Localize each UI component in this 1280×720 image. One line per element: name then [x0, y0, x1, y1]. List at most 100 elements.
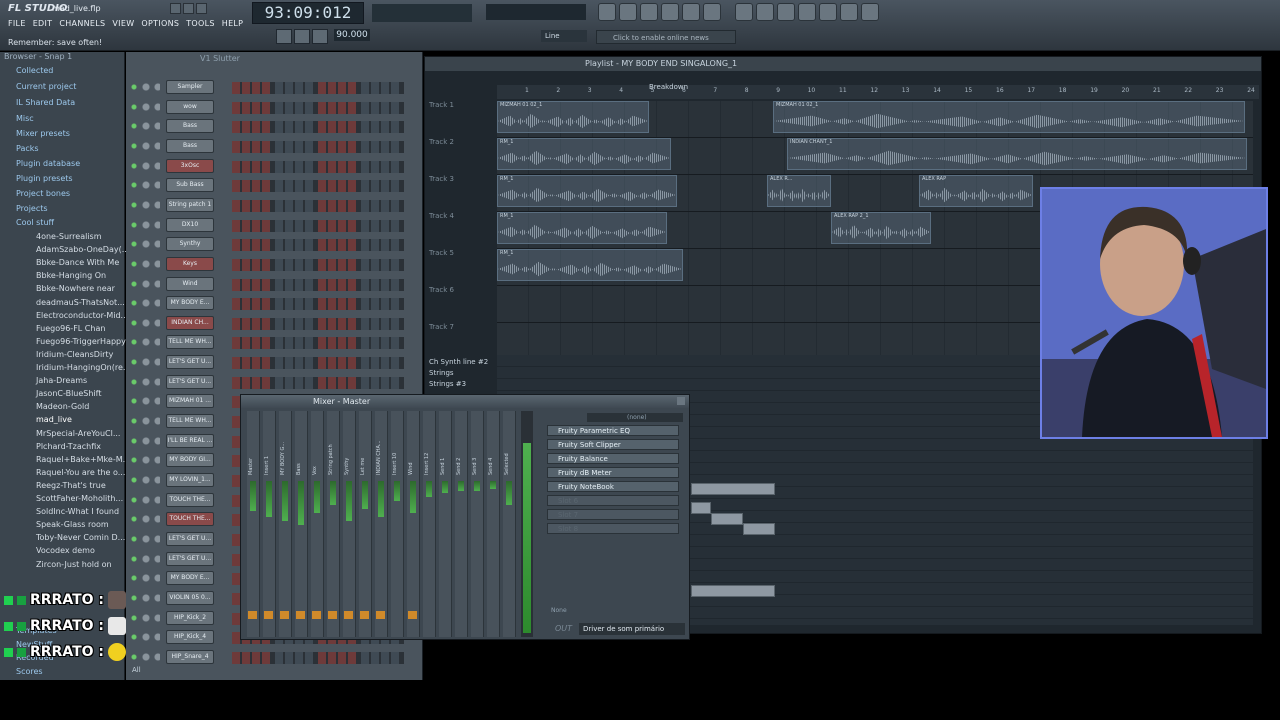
fx-slot-empty[interactable]: Slot 8: [547, 523, 679, 534]
fx-slot[interactable]: Fruity NoteBook: [547, 481, 679, 492]
browser-folder[interactable]: Projects: [0, 204, 140, 213]
audio-clip[interactable]: RM_1: [497, 138, 671, 170]
channel-button[interactable]: Bass: [166, 138, 214, 153]
mixer-strip[interactable]: Send 3: [471, 411, 484, 637]
channel-mute-icon[interactable]: [130, 397, 160, 406]
channel-button[interactable]: HIP_Snare_4: [166, 649, 214, 664]
audio-clip[interactable]: MIZMAH 01 02_1: [773, 101, 1245, 133]
audio-clip[interactable]: RM_1: [497, 212, 667, 244]
stop-button[interactable]: [294, 29, 310, 44]
channel-button[interactable]: Sub Bass: [166, 178, 214, 193]
audio-clip[interactable]: ALEX RAP: [919, 175, 1033, 207]
step-sequencer[interactable]: [232, 239, 404, 252]
channel-mute-icon[interactable]: [130, 259, 160, 268]
browser-folder[interactable]: Scores: [0, 667, 140, 676]
snap-select[interactable]: Line: [541, 30, 587, 42]
mixer-strip[interactable]: Vox: [311, 411, 324, 637]
channel-button[interactable]: I'LL BE REAL ...: [166, 433, 214, 448]
channel-mute-icon[interactable]: [130, 633, 160, 642]
channel-rack-icon[interactable]: [640, 3, 658, 21]
channel-button[interactable]: wow: [166, 99, 214, 114]
track-label[interactable]: Track 1: [429, 101, 495, 137]
mixer-strip[interactable]: Insert 1: [263, 411, 276, 637]
channel-button[interactable]: TOUCH THE...: [166, 492, 214, 507]
fx-slot[interactable]: Fruity Balance: [547, 453, 679, 464]
menu-options[interactable]: OPTIONS: [141, 19, 179, 28]
channel-button[interactable]: Keys: [166, 256, 214, 271]
pattern-channel[interactable]: Strings: [429, 368, 488, 379]
channel-mute-icon[interactable]: [130, 338, 160, 347]
browser-folder[interactable]: Misc: [0, 114, 140, 123]
step-sequencer[interactable]: [232, 258, 404, 271]
help-icon[interactable]: [861, 3, 879, 21]
channel-mute-icon[interactable]: [130, 377, 160, 386]
target-icon[interactable]: [819, 3, 837, 21]
step-sequencer[interactable]: [232, 101, 404, 114]
channel-mute-icon[interactable]: [130, 240, 160, 249]
track-label[interactable]: Track 3: [429, 175, 495, 211]
channel-button[interactable]: MY BODY E...: [166, 571, 214, 586]
menu-view[interactable]: VIEW: [112, 19, 134, 28]
channel-mute-icon[interactable]: [130, 515, 160, 524]
close-icon[interactable]: [196, 3, 207, 14]
mixer-strip[interactable]: MY BODY G...: [279, 411, 292, 637]
step-sequencer[interactable]: [232, 376, 404, 389]
note-block[interactable]: [711, 513, 743, 525]
plugin-icon[interactable]: [703, 3, 721, 21]
track-label[interactable]: Track 6: [429, 286, 495, 322]
menu-file[interactable]: FILE: [8, 19, 26, 28]
mixer-strip[interactable]: Wind: [407, 411, 420, 637]
fx-button[interactable]: [296, 611, 305, 619]
channel-mute-icon[interactable]: [130, 534, 160, 543]
audio-clip[interactable]: MIZMAH 01 02_1: [497, 101, 649, 133]
fx-button[interactable]: [280, 611, 289, 619]
channel-mute-icon[interactable]: [130, 102, 160, 111]
channel-mute-icon[interactable]: [130, 436, 160, 445]
mixer-strip[interactable]: Synthy: [343, 411, 356, 637]
audio-clip[interactable]: RM_1: [497, 175, 677, 207]
minimize-icon[interactable]: [170, 3, 181, 14]
step-sequencer[interactable]: [232, 298, 404, 311]
step-sequencer[interactable]: [232, 121, 404, 134]
browser-folder[interactable]: IL Shared Data: [0, 98, 140, 107]
mixer-strip[interactable]: String patch: [327, 411, 340, 637]
fx-slot[interactable]: Fruity Parametric EQ: [547, 425, 679, 436]
fx-slot-empty[interactable]: Slot 6: [547, 495, 679, 506]
play-button[interactable]: [276, 29, 292, 44]
channel-mute-icon[interactable]: [130, 83, 160, 91]
channel-button[interactable]: TELL ME WH...: [166, 414, 214, 429]
channel-mute-icon[interactable]: [130, 554, 160, 563]
channel-button[interactable]: Synthy: [166, 237, 214, 252]
step-sequencer[interactable]: [232, 357, 404, 370]
output-driver-select[interactable]: Driver de som primário: [579, 623, 685, 635]
track-lane[interactable]: RM_1 INDIAN CHANT_1: [497, 138, 1253, 175]
track-label[interactable]: Track 4: [429, 212, 495, 248]
playlist-icon[interactable]: [598, 3, 616, 21]
record-button[interactable]: [312, 29, 328, 44]
pattern-channel[interactable]: Ch Synth line #2: [429, 357, 488, 368]
channel-mute-icon[interactable]: [130, 299, 160, 308]
fx-button[interactable]: [408, 611, 417, 619]
online-news-box[interactable]: Click to enable online news: [596, 30, 736, 44]
note-block[interactable]: [743, 523, 775, 535]
channel-button[interactable]: TELL ME WH...: [166, 335, 214, 350]
menu-edit[interactable]: EDIT: [33, 19, 53, 28]
browser-folder[interactable]: Mixer presets: [0, 129, 140, 138]
channel-button[interactable]: String patch 1: [166, 197, 214, 212]
mixer-strip[interactable]: Insert 12: [423, 411, 436, 637]
close-icon[interactable]: [677, 397, 685, 405]
menu-channels[interactable]: CHANNELS: [59, 19, 105, 28]
channel-mute-icon[interactable]: [130, 495, 160, 504]
audio-clip[interactable]: RM_1: [497, 249, 683, 281]
fx-button[interactable]: [312, 611, 321, 619]
track-label[interactable]: Track 2: [429, 138, 495, 174]
scissors-icon[interactable]: [798, 3, 816, 21]
step-sequencer[interactable]: [232, 82, 404, 94]
mixer-strip[interactable]: Bass: [295, 411, 308, 637]
channel-mute-icon[interactable]: [130, 417, 160, 426]
channel-button[interactable]: 3xOsc: [166, 158, 214, 173]
track-label[interactable]: Track 7: [429, 323, 495, 359]
mixer-icon[interactable]: [661, 3, 679, 21]
audio-clip[interactable]: INDIAN CHANT_1: [787, 138, 1247, 170]
channel-button[interactable]: LET'S GET U...: [166, 355, 214, 370]
